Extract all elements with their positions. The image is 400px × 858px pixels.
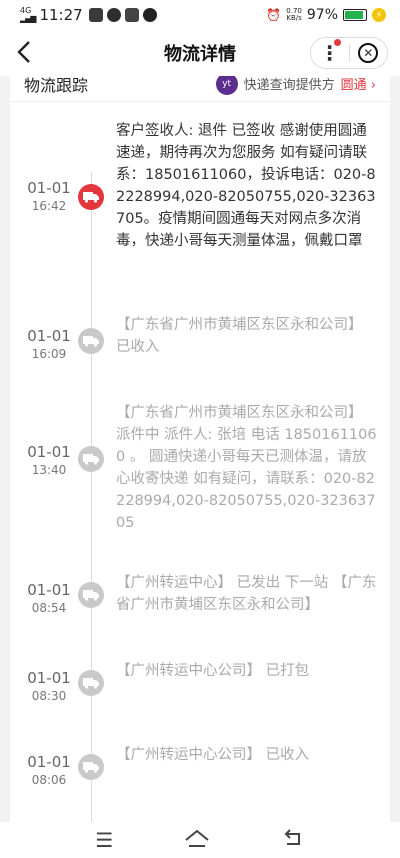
truck-icon	[78, 328, 104, 354]
more-button[interactable]: ⋮	[311, 39, 349, 65]
event-description: 【广州转运中心】 已发出 下一站 【广东省广州市黄埔区东区永和公司】	[116, 575, 377, 613]
event-date: 01-01	[27, 581, 71, 599]
battery-icon	[343, 9, 367, 21]
event-description: 【广州转运中心公司】 已打包	[116, 663, 310, 679]
charging-icon: ⚡	[372, 8, 386, 22]
event-datetime: 01-01 08:06	[24, 752, 74, 788]
page-title: 物流详情	[164, 44, 236, 65]
close-icon: ✕	[358, 43, 379, 63]
event-date: 01-01	[27, 179, 71, 197]
network-speed: 0.70 KB/s	[286, 8, 302, 22]
provider-label: 快递查询提供方	[243, 78, 335, 93]
back-button[interactable]	[14, 38, 42, 68]
close-button[interactable]: ✕	[350, 43, 388, 63]
event-datetime: 01-01 08:30	[24, 668, 74, 704]
truck-icon	[78, 754, 104, 780]
tracking-card: 物流跟踪 yt 快递查询提供方 圆通 › 01-01 16:42 客户签收人: 退件…	[10, 76, 390, 822]
event-time: 08:54	[31, 601, 67, 615]
mini-program-capsule: ⋮ ✕	[310, 37, 388, 69]
event-date: 01-01	[27, 669, 71, 687]
battery-percent: 97%	[306, 7, 338, 23]
app-notification-icon	[124, 8, 139, 22]
event-time: 16:09	[31, 347, 67, 361]
signal-indicator: 4G ▂▄▆	[20, 6, 37, 23]
event-description: 【广州转运中心公司】 已收入	[116, 747, 310, 763]
event-datetime: 01-01 16:42	[24, 178, 74, 214]
event-datetime: 01-01 08:54	[24, 580, 74, 616]
event-datetime: 01-01 16:09	[24, 326, 74, 362]
event-date: 01-01	[27, 443, 71, 461]
tracking-header: 物流跟踪 yt 快递查询提供方 圆通 ›	[10, 76, 390, 102]
event-time: 13:40	[31, 463, 67, 477]
event-date: 01-01	[27, 327, 71, 345]
event-date: 01-01	[27, 753, 71, 771]
system-nav-bar: ☰	[0, 822, 400, 858]
provider-link[interactable]: 圆通 ›	[341, 76, 376, 93]
status-bar: 4G ▂▄▆ 11:27 ⏰ 0.70 KB/s 97% ⚡	[0, 0, 400, 30]
truck-icon	[78, 582, 104, 608]
event-time: 16:42	[31, 199, 67, 213]
speed-unit: KB/s	[286, 14, 302, 22]
truck-icon	[78, 670, 104, 696]
truck-icon	[78, 184, 104, 210]
event-description: 【广东省广州市黄埔区东区永和公司】 已收入	[116, 317, 363, 355]
event-datetime: 01-01 13:40	[24, 442, 74, 478]
event-description: 客户签收人: 退件 已签收 感谢使用圆通速递，期待再次为您服务 如有疑问请联系：…	[116, 123, 376, 249]
provider-info: yt 快递查询提供方 圆通 ›	[215, 76, 376, 95]
wechat-icon	[106, 8, 121, 22]
notification-dot	[333, 39, 341, 46]
message-icon	[88, 8, 103, 22]
alarm-icon: ⏰	[266, 8, 282, 22]
event-time: 08:30	[31, 689, 67, 703]
clock: 11:27	[39, 6, 83, 24]
event-time: 08:06	[31, 773, 67, 787]
provider-logo-icon: yt	[215, 76, 238, 95]
chevron-left-icon	[17, 41, 30, 63]
home-icon[interactable]	[184, 828, 210, 853]
truck-icon	[78, 446, 104, 472]
timeline-line	[91, 172, 92, 822]
event-description: 【广东省广州市黄埔区东区永和公司】 派件中 派件人: 张培 电话 1850161…	[116, 405, 377, 531]
menu-icon[interactable]: ☰	[95, 828, 113, 852]
tracking-title: 物流跟踪	[24, 76, 89, 95]
taobao-icon	[142, 8, 157, 22]
top-bar: 物流详情 ⋮ ✕	[0, 30, 400, 76]
back-icon[interactable]	[281, 828, 305, 853]
